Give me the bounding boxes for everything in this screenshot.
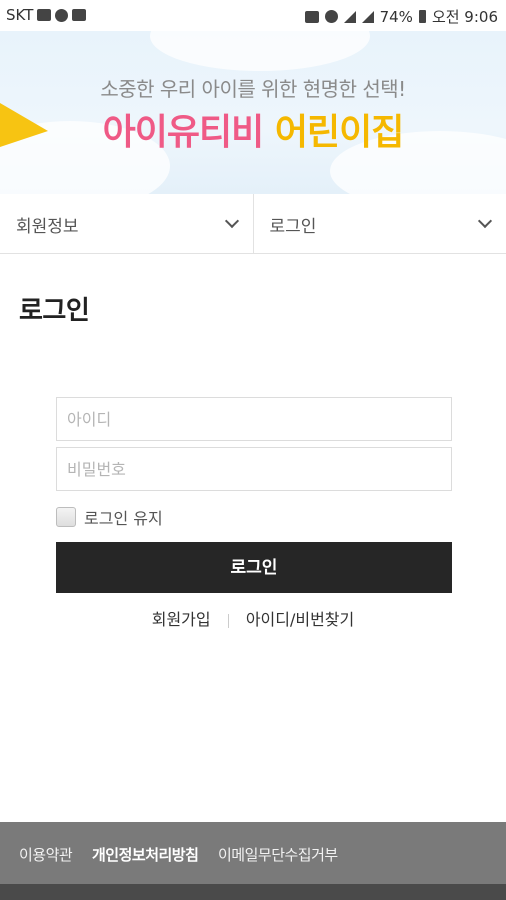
keep-login-checkbox[interactable]: 로그인 유지 <box>56 505 163 529</box>
logo-title-part2: 어린이집 <box>274 112 404 153</box>
dropdown-label: 회원정보 <box>16 217 79 237</box>
mute-icon <box>304 10 319 23</box>
status-left: SKT <box>6 6 87 24</box>
location-nav: 회원정보 로그인 <box>0 194 506 254</box>
checkbox-box[interactable] <box>56 507 76 527</box>
account-links: 회원가입 아이디/비번찾기 <box>0 606 506 630</box>
menu-dropdown-login[interactable]: 로그인 <box>252 194 506 253</box>
carrier-label: SKT <box>6 6 34 24</box>
email-refuse-link[interactable]: 이메일무단수집거부 <box>218 844 338 865</box>
gallery-icon <box>37 9 52 21</box>
logo-title-part1: 아이유티비 <box>102 112 265 153</box>
chevron-down-icon <box>477 213 493 229</box>
password-input[interactable] <box>56 447 452 491</box>
find-account-link[interactable]: 아이디/비번찾기 <box>246 610 354 629</box>
page-title: 로그인 <box>19 296 90 326</box>
footer: 이용약관 개인정보처리방침 이메일무단수집거부 <box>0 822 506 884</box>
footer-bottom-bar <box>0 884 506 900</box>
privacy-policy-link[interactable]: 개인정보처리방침 <box>92 844 199 865</box>
signal-icon <box>361 10 374 23</box>
link-divider <box>227 613 229 628</box>
keep-login-label: 로그인 유지 <box>84 509 163 528</box>
alarm-icon <box>324 10 338 23</box>
chat-icon <box>55 8 69 22</box>
banner-subtitle: 소중한 우리 아이를 위한 현명한 선택! <box>100 77 406 101</box>
cloud-decoration <box>150 31 370 71</box>
menu-dropdown-member-info[interactable]: 회원정보 <box>0 194 253 253</box>
user-id-input[interactable] <box>56 397 452 441</box>
dropdown-label: 로그인 <box>269 217 317 237</box>
battery-icon <box>418 10 426 23</box>
clock: 오전 9:06 <box>431 8 498 26</box>
terms-link[interactable]: 이용약관 <box>19 844 73 865</box>
status-bar: SKT 74% 오전 9:06 <box>0 0 506 31</box>
login-button[interactable]: 로그인 <box>56 542 452 593</box>
site-logo-title[interactable]: 아이유티비 어린이집 <box>0 103 506 155</box>
wifi-icon <box>343 10 356 23</box>
signup-link[interactable]: 회원가입 <box>152 610 211 629</box>
chevron-down-icon <box>224 213 239 229</box>
battery-percent: 74% <box>379 7 413 26</box>
header-banner: 소중한 우리 아이를 위한 현명한 선택! 아이유티비 어린이집 <box>0 31 506 194</box>
status-right: 74% 오전 9:06 <box>304 6 498 27</box>
message-icon <box>72 9 87 21</box>
